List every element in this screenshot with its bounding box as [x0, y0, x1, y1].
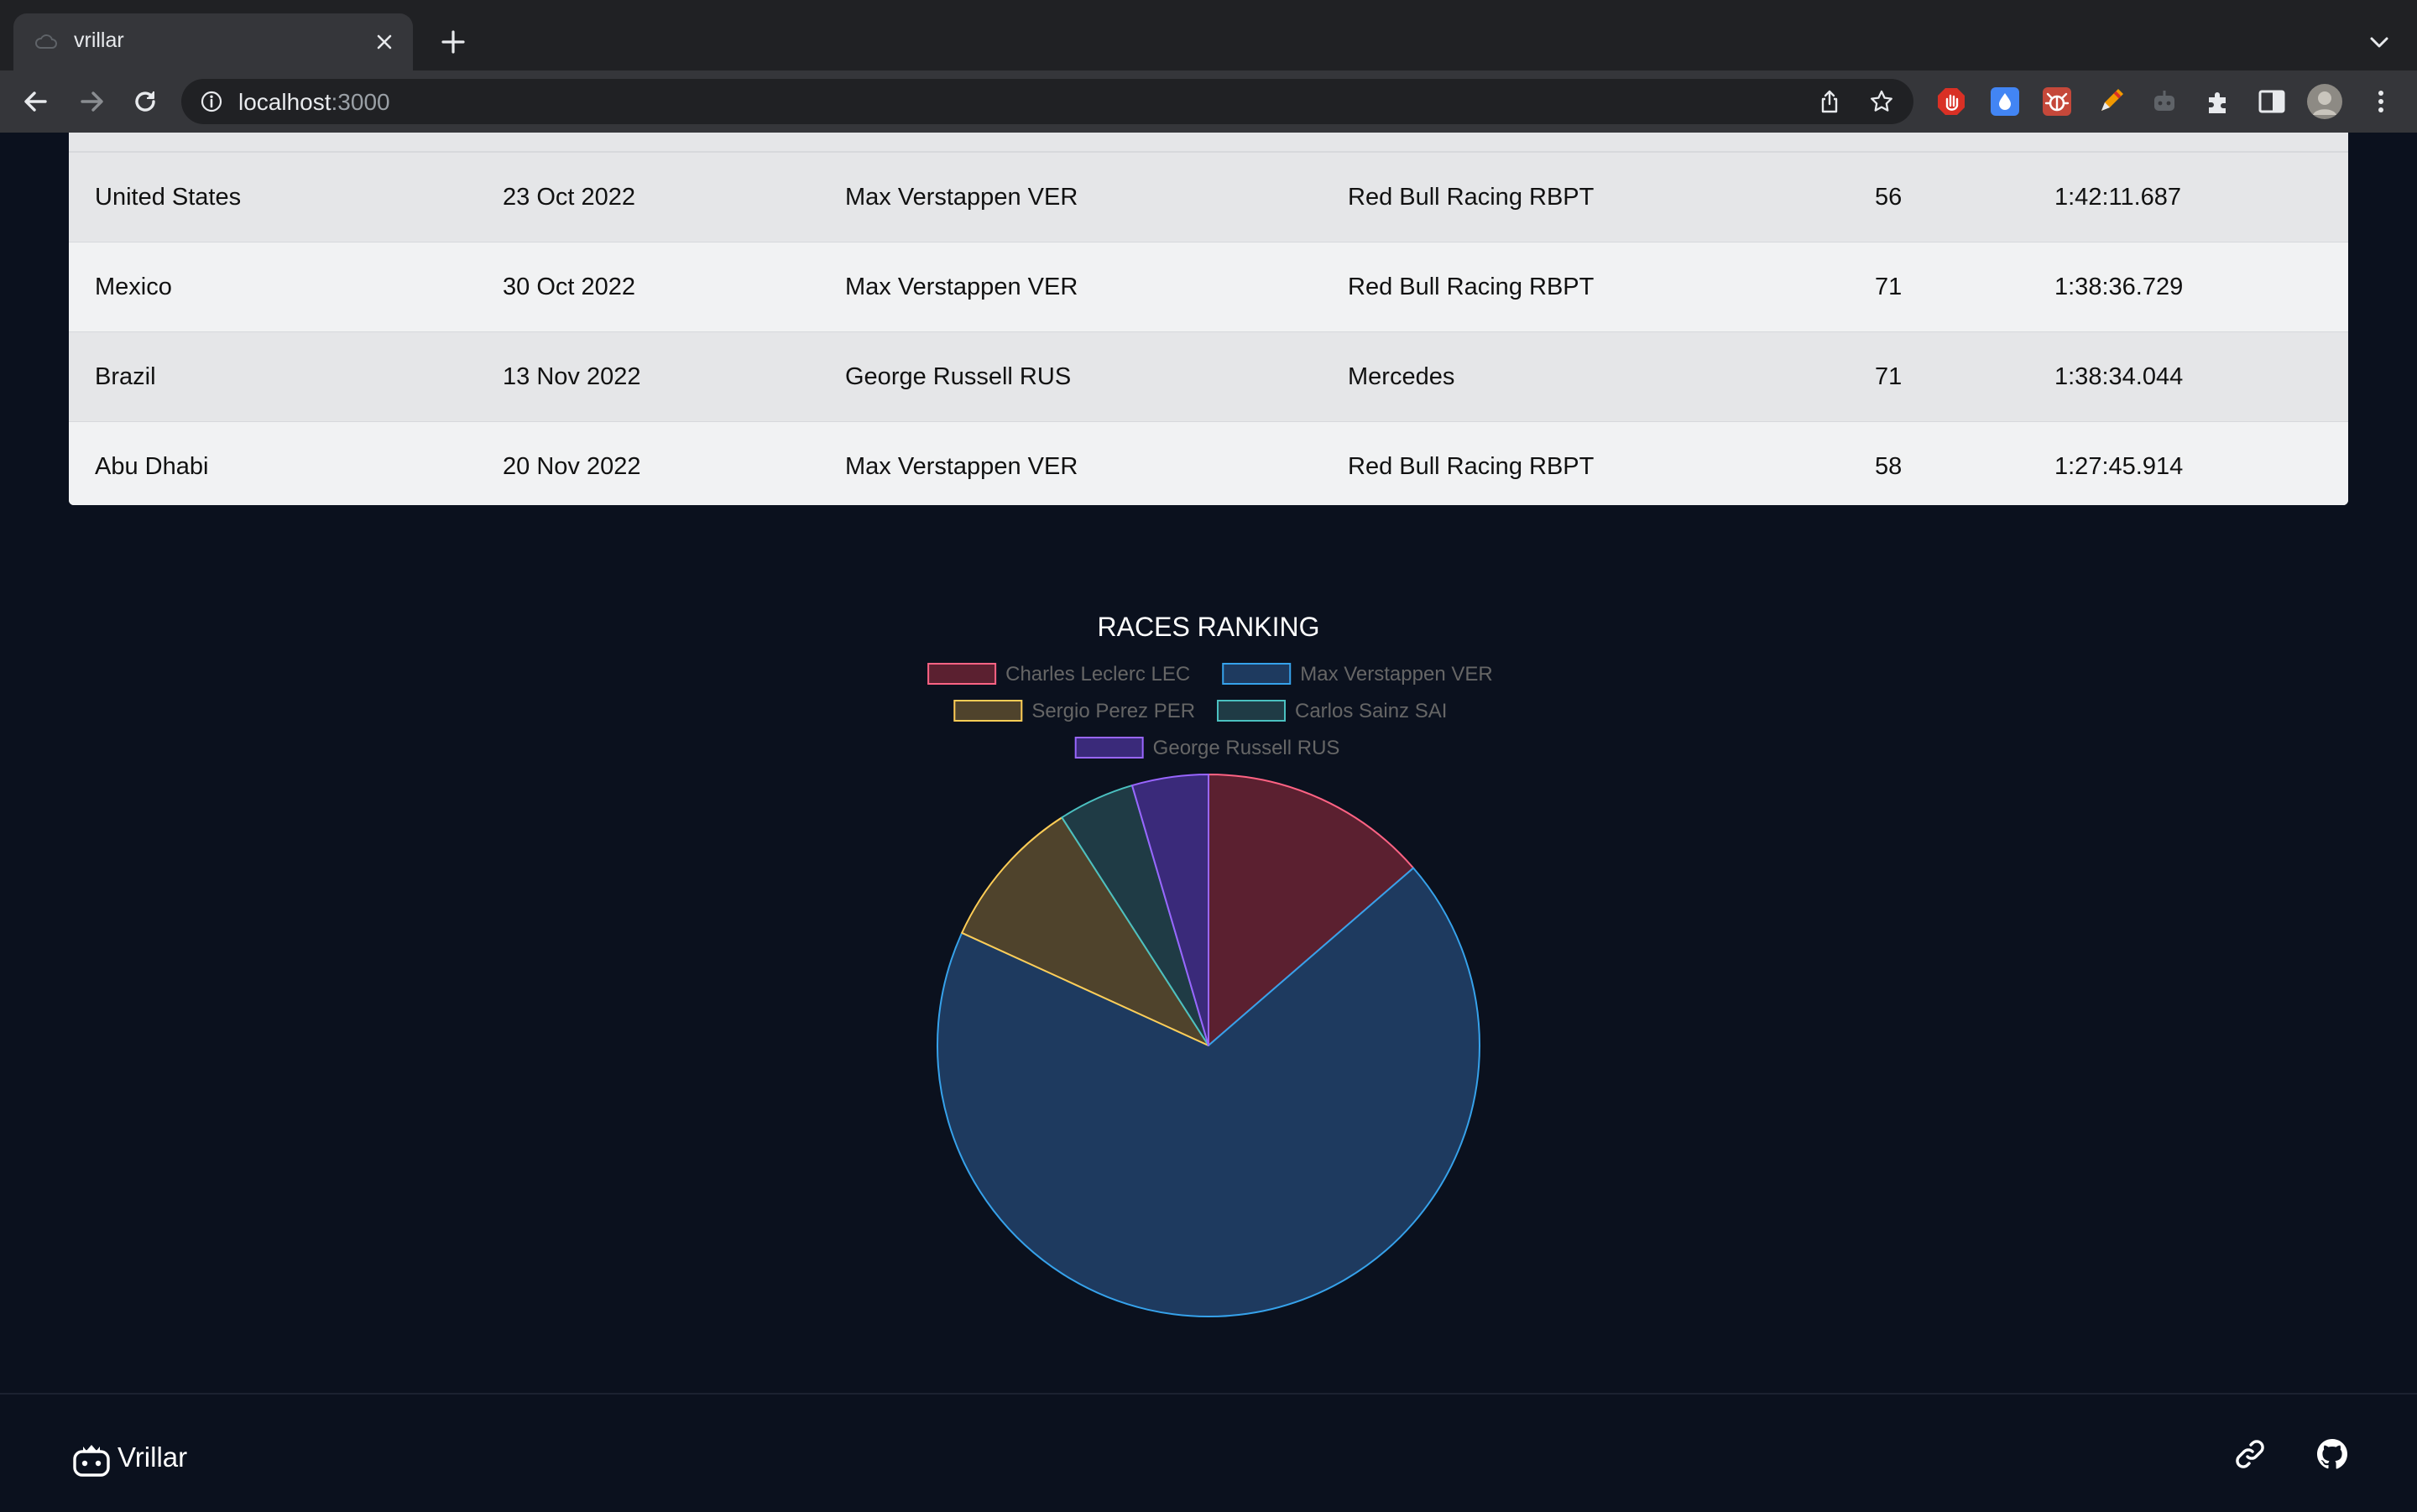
legend-swatch [1222, 663, 1292, 685]
browser-chrome: vrillar localhost:3000 [0, 0, 2417, 133]
robot-logo-icon [73, 1445, 110, 1477]
legend-label: Charles Leclerc LEC [1005, 663, 1190, 686]
kebab-menu-icon[interactable] [2365, 86, 2397, 117]
github-icon[interactable] [2315, 1436, 2350, 1472]
link-icon[interactable] [2232, 1436, 2268, 1472]
legend-label: Sergio Perez PER [1031, 700, 1195, 722]
chevron-down-icon[interactable] [2365, 29, 2394, 57]
tab-title: vrillar [74, 29, 124, 52]
url-host: localhost [238, 89, 331, 115]
legend-item[interactable]: George Russell RUS [1074, 737, 1340, 759]
race-results-table: United States 23 Oct 2022 Max Verstappen… [69, 133, 2348, 505]
legend-swatch [927, 663, 997, 685]
robot-extension-icon[interactable] [2148, 86, 2180, 117]
table-body: United States 23 Oct 2022 Max Verstappen… [69, 153, 2348, 505]
new-tab-icon[interactable] [436, 25, 470, 59]
cell-laps: 71 [1875, 363, 1903, 390]
cell-date: 23 Oct 2022 [503, 184, 635, 211]
legend-item[interactable]: Sergio Perez PER [953, 700, 1195, 722]
browser-tab[interactable]: vrillar [13, 13, 413, 70]
bug-extension-icon[interactable] [2041, 86, 2073, 117]
share-icon[interactable] [1816, 88, 1843, 115]
legend-swatch [953, 700, 1023, 722]
cloud-icon [35, 34, 57, 49]
cell-grand-prix: Abu Dhabi [95, 453, 209, 480]
cell-car: Red Bull Racing RBPT [1348, 453, 1595, 480]
back-icon[interactable] [17, 82, 55, 121]
legend-swatch [1074, 737, 1144, 759]
info-icon[interactable] [200, 90, 223, 113]
color-picker-extension-icon[interactable] [2095, 86, 2127, 117]
reload-icon[interactable] [126, 82, 164, 121]
races-ranking-chart: RACES RANKING Charles Leclerc LEC Max Vers… [927, 612, 1493, 1317]
cell-laps: 56 [1875, 184, 1903, 211]
table-row: United States 23 Oct 2022 Max Verstappen… [69, 153, 2348, 242]
stop-hand-extension-icon[interactable] [1935, 86, 1967, 117]
cell-date: 13 Nov 2022 [503, 363, 641, 390]
profile-avatar[interactable] [2306, 83, 2343, 120]
cell-time: 1:38:34.044 [2054, 363, 2184, 390]
forward-icon[interactable] [72, 82, 111, 121]
drop-extension-icon[interactable] [1989, 86, 2021, 117]
legend-item[interactable]: Carlos Sainz SAI [1217, 700, 1447, 722]
table-row: Abu Dhabi 20 Nov 2022 Max Verstappen VER… [69, 422, 2348, 505]
url-port: :3000 [331, 89, 390, 115]
cell-car: Red Bull Racing RBPT [1348, 184, 1595, 211]
legend-label: George Russell RUS [1153, 737, 1340, 759]
cell-winner: Max Verstappen VER [845, 184, 1078, 211]
address-bar[interactable]: localhost:3000 [181, 79, 1913, 124]
side-panel-icon[interactable] [2256, 86, 2288, 117]
cell-grand-prix: Brazil [95, 363, 156, 390]
cell-grand-prix: Mexico [95, 274, 172, 300]
legend-label: Carlos Sainz SAI [1295, 700, 1447, 722]
legend-item[interactable]: Max Verstappen VER [1222, 663, 1493, 686]
cell-laps: 58 [1875, 453, 1903, 480]
cell-time: 1:42:11.687 [2054, 184, 2182, 211]
cell-winner: Max Verstappen VER [845, 274, 1078, 300]
cell-laps: 71 [1875, 274, 1903, 300]
cell-date: 30 Oct 2022 [503, 274, 635, 300]
table-row: Mexico 30 Oct 2022 Max Verstappen VER Re… [69, 242, 2348, 332]
cell-winner: Max Verstappen VER [845, 453, 1078, 480]
star-icon[interactable] [1868, 88, 1895, 115]
browser-toolbar: localhost:3000 [0, 70, 2417, 133]
cell-date: 20 Nov 2022 [503, 453, 641, 480]
cell-car: Mercedes [1348, 363, 1455, 390]
cell-car: Red Bull Racing RBPT [1348, 274, 1595, 300]
cell-grand-prix: United States [95, 184, 242, 211]
url-text: localhost:3000 [238, 89, 390, 116]
footer: Vrillar [0, 1393, 2417, 1512]
close-icon[interactable] [371, 29, 398, 55]
legend-swatch [1217, 700, 1286, 722]
cell-time: 1:27:45.914 [2054, 453, 2184, 480]
brand-name[interactable]: Vrillar [117, 1442, 187, 1473]
cell-winner: George Russell RUS [845, 363, 1072, 390]
table-row: Brazil 13 Nov 2022 George Russell RUS Me… [69, 332, 2348, 422]
table-row-partial [69, 133, 2348, 153]
puzzle-icon[interactable] [2202, 86, 2234, 117]
legend-item[interactable]: Charles Leclerc LEC [927, 663, 1190, 686]
chart-title: RACES RANKING [1098, 612, 1320, 642]
legend-label: Max Verstappen VER [1300, 663, 1492, 686]
cell-time: 1:38:36.729 [2054, 274, 2184, 300]
